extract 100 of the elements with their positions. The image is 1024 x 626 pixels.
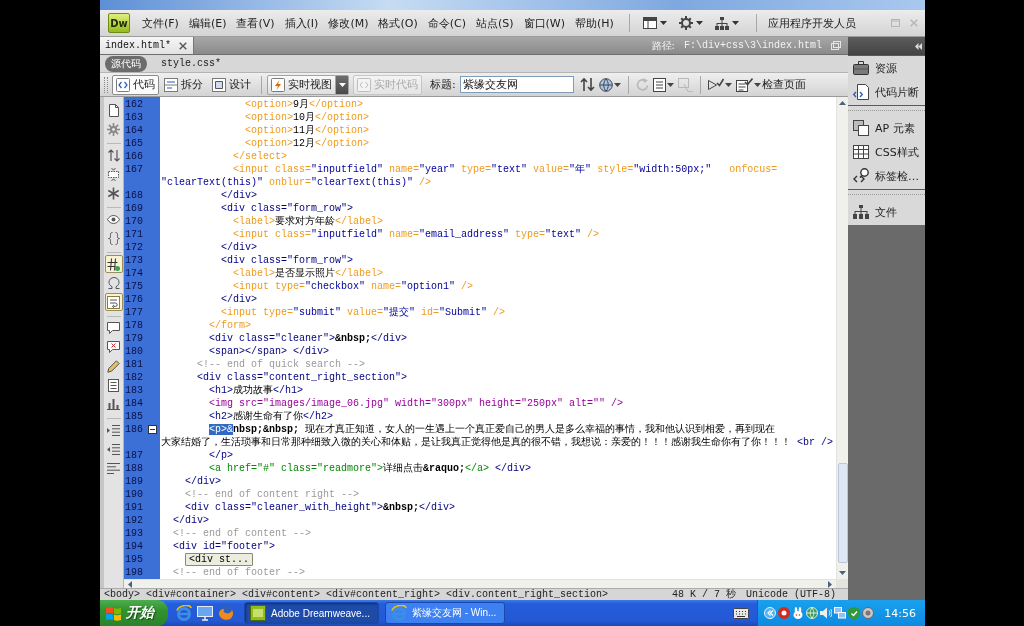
network-icon[interactable] xyxy=(834,607,847,619)
close-icon[interactable] xyxy=(179,41,187,50)
code-line: <!-- end of quick search --> xyxy=(197,358,366,371)
menu-item[interactable]: 站点(S) xyxy=(472,13,518,33)
code-line: <option>11月</option> xyxy=(245,124,370,137)
keyboard-icon[interactable] xyxy=(733,607,750,619)
globe-icon xyxy=(598,77,613,92)
line-number: 185 xyxy=(125,410,143,423)
speech-bubble-icon xyxy=(107,341,120,353)
collapse-toggle-icon[interactable] xyxy=(148,425,157,434)
arrow-left-icon[interactable] xyxy=(128,580,132,588)
outdent-icon xyxy=(107,443,120,455)
double-arrow-icon[interactable] xyxy=(915,42,922,50)
panel-tab[interactable]: 代码片断 xyxy=(848,80,925,104)
code-line: <span></span> </div> xyxy=(209,345,330,358)
tag-selector-item[interactable]: <div#content_right> xyxy=(326,589,441,600)
title-field[interactable]: 紫缘交友网 xyxy=(459,76,574,93)
menu-item[interactable]: 查看(V) xyxy=(232,13,279,33)
monitor-icon[interactable] xyxy=(197,605,213,621)
code-editor[interactable] xyxy=(160,97,836,579)
document-lines-icon xyxy=(652,77,666,92)
globe-icon[interactable] xyxy=(806,607,819,619)
code-line: <a href="#" class="readmore">详细点击&raquo;</a> </div> xyxy=(209,462,532,475)
check-page-button[interactable]: 检查页面 xyxy=(733,74,808,95)
line-number: 163 xyxy=(125,111,143,124)
taskbar-button[interactable]: 紫缘交友网 - Win... xyxy=(384,602,506,624)
line-number: 187 xyxy=(125,449,143,462)
start-button[interactable]: 开始 xyxy=(100,600,168,626)
menu-item[interactable]: 命令(C) xyxy=(423,13,470,33)
panel-tab[interactable]: CSS样式 xyxy=(848,140,925,164)
code-line: </div> xyxy=(185,475,221,488)
view-tab[interactable]: 拆分 xyxy=(160,74,207,95)
menu-item[interactable]: 窗口(W) xyxy=(519,13,570,33)
live-view-button[interactable]: 实时视图 xyxy=(267,74,336,95)
round-app-icon[interactable] xyxy=(862,607,875,619)
scrollbar-thumb[interactable] xyxy=(837,463,848,563)
flag-icon xyxy=(106,605,121,621)
collapsed-code-block[interactable]: <div st... xyxy=(185,553,253,566)
browser-icon[interactable] xyxy=(176,605,192,621)
braces-icon xyxy=(107,231,120,245)
view-tab[interactable]: 设计 xyxy=(208,74,255,95)
panel-tab[interactable]: 标签检… xyxy=(848,164,925,188)
app-logo: Dw xyxy=(108,13,130,33)
tag-selector-item[interactable]: <div#content> xyxy=(242,589,321,600)
speech-bubble-icon xyxy=(107,322,120,334)
menu-item[interactable]: 修改(M) xyxy=(324,13,373,33)
line-number: 180 xyxy=(125,345,143,358)
menu-item[interactable]: 编辑(E) xyxy=(184,13,231,33)
panel-tab[interactable]: 文件 xyxy=(848,200,925,224)
title-label: 标题: xyxy=(430,77,456,92)
code-line: <input class="inputfield" name="email_address" type="text" /> xyxy=(233,228,600,241)
dropdown-button[interactable] xyxy=(336,74,349,95)
arrow-right-icon[interactable] xyxy=(828,580,832,588)
toolbar-button[interactable] xyxy=(104,319,123,337)
toolbar-button[interactable] xyxy=(104,338,123,356)
line-number: 172 xyxy=(125,241,143,254)
line-number: 194 xyxy=(125,540,143,553)
layers-icon xyxy=(853,120,869,136)
menu-item[interactable]: 插入(I) xyxy=(280,13,323,33)
indent-icon xyxy=(107,424,120,436)
caret-icon xyxy=(613,82,621,87)
workspace-switcher[interactable]: 应用程序开发人员 xyxy=(765,13,858,33)
code-line: <input type="checkbox" name="option1" /> xyxy=(233,280,474,293)
line-number: 192 xyxy=(125,514,143,527)
grip-handle[interactable] xyxy=(104,76,108,93)
menu-item[interactable]: 文件(F) xyxy=(138,13,183,33)
line-number: 173 xyxy=(125,254,143,267)
code-line: </div> xyxy=(221,241,257,254)
toolbar-button[interactable] xyxy=(104,255,123,273)
line-number: 190 xyxy=(125,488,143,501)
code-line: </form> xyxy=(209,319,251,332)
code-line: <h1>成功故事</h1> xyxy=(209,384,304,397)
code-line: <div class="form_row"> xyxy=(221,202,354,215)
arrow-up-icon[interactable] xyxy=(839,101,846,105)
file-path: F:\div+css\3\index.html xyxy=(683,40,822,51)
tag-selector-item[interactable]: <div.content_right_section> xyxy=(446,589,609,600)
chevron-icon[interactable] xyxy=(764,607,777,619)
code-line: </div> xyxy=(221,189,257,202)
related-file-tab[interactable]: 源代码 xyxy=(105,55,147,72)
code-line: 大家结婚了，生活琐事和日常那种细致入微的关心和体贴，是让我真正觉得他是真的很不错，我想说：亲爱的！！！感谢我生命你有了你！！！ <br /> xyxy=(161,436,834,449)
line-number: 162 xyxy=(125,98,143,111)
related-file-tab[interactable]: style.css* xyxy=(155,57,227,70)
taskbar-button[interactable]: Adobe Dreamweave... xyxy=(244,602,379,624)
tag-selector-item[interactable]: <body> xyxy=(104,589,140,600)
disc-icon[interactable] xyxy=(778,607,791,619)
view-tab[interactable]: 代码 xyxy=(112,74,159,95)
caret-icon xyxy=(695,21,703,25)
code-line: </div> xyxy=(221,293,257,306)
speaker-icon[interactable] xyxy=(820,607,833,619)
arrow-down-icon[interactable] xyxy=(839,571,846,575)
rabbit-icon[interactable] xyxy=(792,607,805,619)
panel-tab[interactable]: AP 元素 xyxy=(848,116,925,140)
tag-selector-item[interactable]: <div#container> xyxy=(146,589,237,600)
menu-item[interactable]: 帮助(H) xyxy=(571,13,618,33)
panel-tab[interactable]: 资源 xyxy=(848,56,925,80)
hierarchy-icon xyxy=(853,205,869,219)
menu-item[interactable]: 格式(O) xyxy=(374,13,422,33)
globe-icon[interactable] xyxy=(218,605,234,621)
shield-icon[interactable] xyxy=(848,606,861,620)
document-tab[interactable]: index.html* xyxy=(100,37,194,54)
